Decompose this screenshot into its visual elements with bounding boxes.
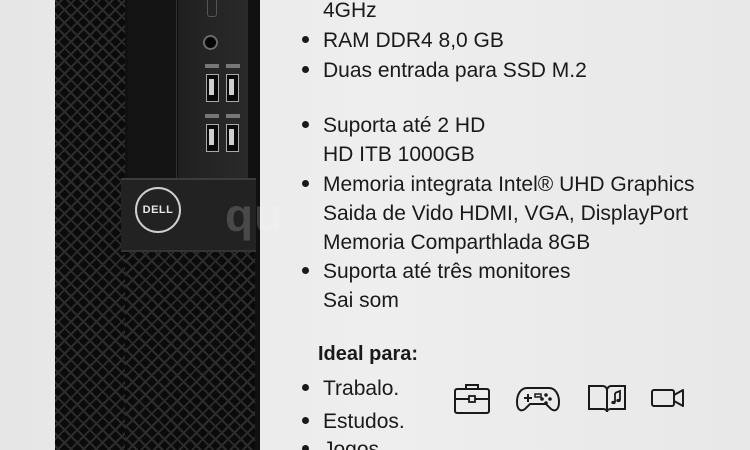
spec-text: Suporta até 2 HD — [323, 114, 486, 137]
bullet-icon — [300, 57, 323, 85]
usb-port-icon — [206, 74, 219, 102]
dell-logo: DELL — [135, 187, 181, 233]
tower-front-mesh — [125, 252, 255, 450]
usb-label — [205, 64, 219, 68]
tower-optical-bay — [128, 0, 177, 178]
bullet-icon — [300, 112, 323, 140]
usb-port-icon — [226, 124, 239, 152]
spec-monitors: Suporta até três monitores — [300, 258, 570, 286]
ideal-heading: Ideal para: — [318, 343, 419, 365]
ideal-item-study: Estudos. — [300, 408, 405, 436]
book-music-icon — [588, 385, 626, 413]
bullet-icon — [300, 375, 323, 403]
spec-sound: Sai som — [323, 289, 399, 312]
usb-label — [205, 114, 219, 118]
briefcase-icon — [454, 384, 490, 414]
spec-text: RAM DDR4 8,0 GB — [323, 29, 504, 52]
spec-ram: RAM DDR4 8,0 GB — [300, 27, 504, 55]
bullet-icon — [300, 171, 323, 199]
ideal-item-games: Jogos — [300, 436, 379, 450]
spec-hd-included: HD ITB 1000GB — [323, 143, 475, 166]
usb-port-icon — [226, 74, 239, 102]
gamepad-icon — [515, 387, 561, 412]
ideal-text: Estudos. — [323, 410, 405, 433]
bullet-icon — [300, 27, 323, 55]
spec-text: Duas entrada para SSD M.2 — [323, 59, 587, 82]
bullet-icon — [300, 258, 323, 286]
ideal-text: Jogos — [323, 438, 380, 450]
tower-side-mesh — [55, 0, 125, 450]
ideal-text: Trabalo. — [323, 377, 400, 400]
video-camera-icon — [651, 389, 684, 407]
spec-ssd: Duas entrada para SSD M.2 — [300, 57, 587, 85]
usb-port-icon — [206, 124, 219, 152]
watermark: qu — [225, 189, 284, 241]
bullet-icon — [300, 436, 323, 450]
spec-graphics: Memoria integrata Intel® UHD Graphics — [300, 171, 694, 199]
spec-text: Memoria integrata Intel® UHD Graphics — [323, 173, 695, 196]
spec-shared-mem: Memoria Comparthlada 8GB — [323, 231, 591, 254]
ideal-item-work: Trabalo. — [300, 375, 399, 403]
usb-label — [226, 114, 240, 118]
power-led-icon — [207, 0, 217, 17]
product-image: DELL qu 4GHz RAM DDR4 8,0 GB Duas entrad… — [0, 0, 750, 450]
spec-video-out: Saida de Vido HDMI, VGA, DisplayPort — [323, 202, 688, 225]
spec-hd-support: Suporta até 2 HD — [300, 112, 485, 140]
spec-processor-freq: 4GHz — [323, 0, 377, 22]
usb-label — [226, 64, 240, 68]
spec-text: Suporta até três monitores — [323, 260, 571, 283]
usage-icons — [452, 380, 692, 420]
bullet-icon — [300, 408, 323, 436]
audio-jack-icon — [203, 35, 218, 50]
